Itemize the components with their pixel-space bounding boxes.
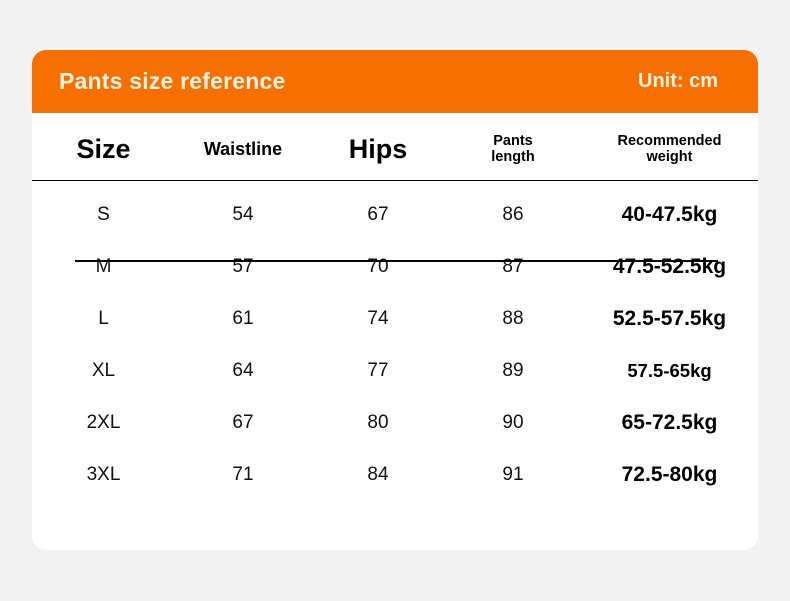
cell-waistline: 67 bbox=[232, 412, 254, 433]
cell-hips: 77 bbox=[367, 360, 389, 381]
size-table-container: Size Waistline Hips Pants length Recomme… bbox=[32, 118, 758, 550]
cell-size: XL bbox=[91, 360, 116, 381]
column-header-size: Size bbox=[32, 118, 175, 181]
column-header-pants-length-line1: Pants bbox=[493, 132, 533, 149]
cell-size: M bbox=[95, 256, 112, 277]
column-header-recommended-weight: Recommended weight bbox=[581, 118, 758, 181]
cell-pants-length: 87 bbox=[502, 256, 524, 277]
cell-hips: 84 bbox=[367, 464, 389, 485]
header-divider bbox=[75, 260, 718, 262]
column-header-pants-length: Pants length bbox=[445, 118, 581, 181]
cell-pants-length: 90 bbox=[502, 412, 524, 433]
cell-recommended-weight: 72.5-80kg bbox=[621, 463, 718, 486]
column-header-waistline: Waistline bbox=[175, 118, 311, 181]
table-row: L 61 74 88 52.5-57.5kg bbox=[32, 293, 758, 345]
column-header-recommended-weight-line1: Recommended bbox=[617, 132, 722, 149]
cell-waistline: 64 bbox=[232, 360, 254, 381]
cell-recommended-weight: 40-47.5kg bbox=[621, 203, 718, 226]
page-background: Pants size reference Unit: cm Size Waist… bbox=[0, 0, 790, 601]
table-row: XL 64 77 89 57.5-65kg bbox=[32, 345, 758, 397]
cell-pants-length: 88 bbox=[502, 308, 524, 329]
cell-recommended-weight: 57.5-65kg bbox=[627, 360, 712, 381]
cell-size: S bbox=[97, 204, 110, 225]
cell-pants-length: 91 bbox=[502, 464, 524, 485]
column-header-hips: Hips bbox=[311, 118, 445, 181]
page-title: Pants size reference bbox=[59, 68, 286, 94]
cell-hips: 70 bbox=[367, 256, 389, 277]
cell-waistline: 57 bbox=[232, 256, 254, 277]
column-header-size-label: Size bbox=[76, 133, 131, 164]
table-row: 2XL 67 80 90 65-72.5kg bbox=[32, 397, 758, 449]
size-table: Size Waistline Hips Pants length Recomme… bbox=[32, 118, 758, 501]
cell-size: 2XL bbox=[86, 412, 121, 433]
cell-size: 3XL bbox=[86, 464, 121, 485]
column-header-waistline-label: Waistline bbox=[203, 138, 283, 159]
cell-hips: 67 bbox=[367, 204, 389, 225]
unit-label: Unit: cm bbox=[638, 70, 718, 92]
cell-pants-length: 89 bbox=[502, 360, 524, 381]
cell-hips: 80 bbox=[367, 412, 389, 433]
cell-recommended-weight: 52.5-57.5kg bbox=[612, 307, 727, 330]
size-reference-card: Pants size reference Unit: cm Size Waist… bbox=[32, 50, 758, 550]
column-header-recommended-weight-line2: weight bbox=[646, 149, 693, 165]
column-header-pants-length-line2: length bbox=[491, 149, 535, 165]
cell-waistline: 71 bbox=[232, 464, 254, 485]
cell-recommended-weight: 65-72.5kg bbox=[621, 411, 718, 434]
column-header-hips-label: Hips bbox=[348, 133, 408, 164]
cell-waistline: 61 bbox=[232, 308, 254, 329]
cell-waistline: 54 bbox=[232, 204, 254, 225]
table-row: M 57 70 87 47.5-52.5kg bbox=[32, 241, 758, 293]
table-header-row: Size Waistline Hips Pants length Recomme… bbox=[32, 118, 758, 181]
table-row: S 54 67 86 40-47.5kg bbox=[32, 181, 758, 242]
card-header-bar: Pants size reference Unit: cm bbox=[32, 50, 758, 113]
table-row: 3XL 71 84 91 72.5-80kg bbox=[32, 449, 758, 501]
cell-size: L bbox=[98, 308, 109, 329]
cell-hips: 74 bbox=[367, 308, 389, 329]
size-table-body: S 54 67 86 40-47.5kg M 57 70 87 47.5-52.… bbox=[32, 181, 758, 502]
cell-recommended-weight: 47.5-52.5kg bbox=[612, 255, 727, 278]
cell-pants-length: 86 bbox=[502, 204, 524, 225]
